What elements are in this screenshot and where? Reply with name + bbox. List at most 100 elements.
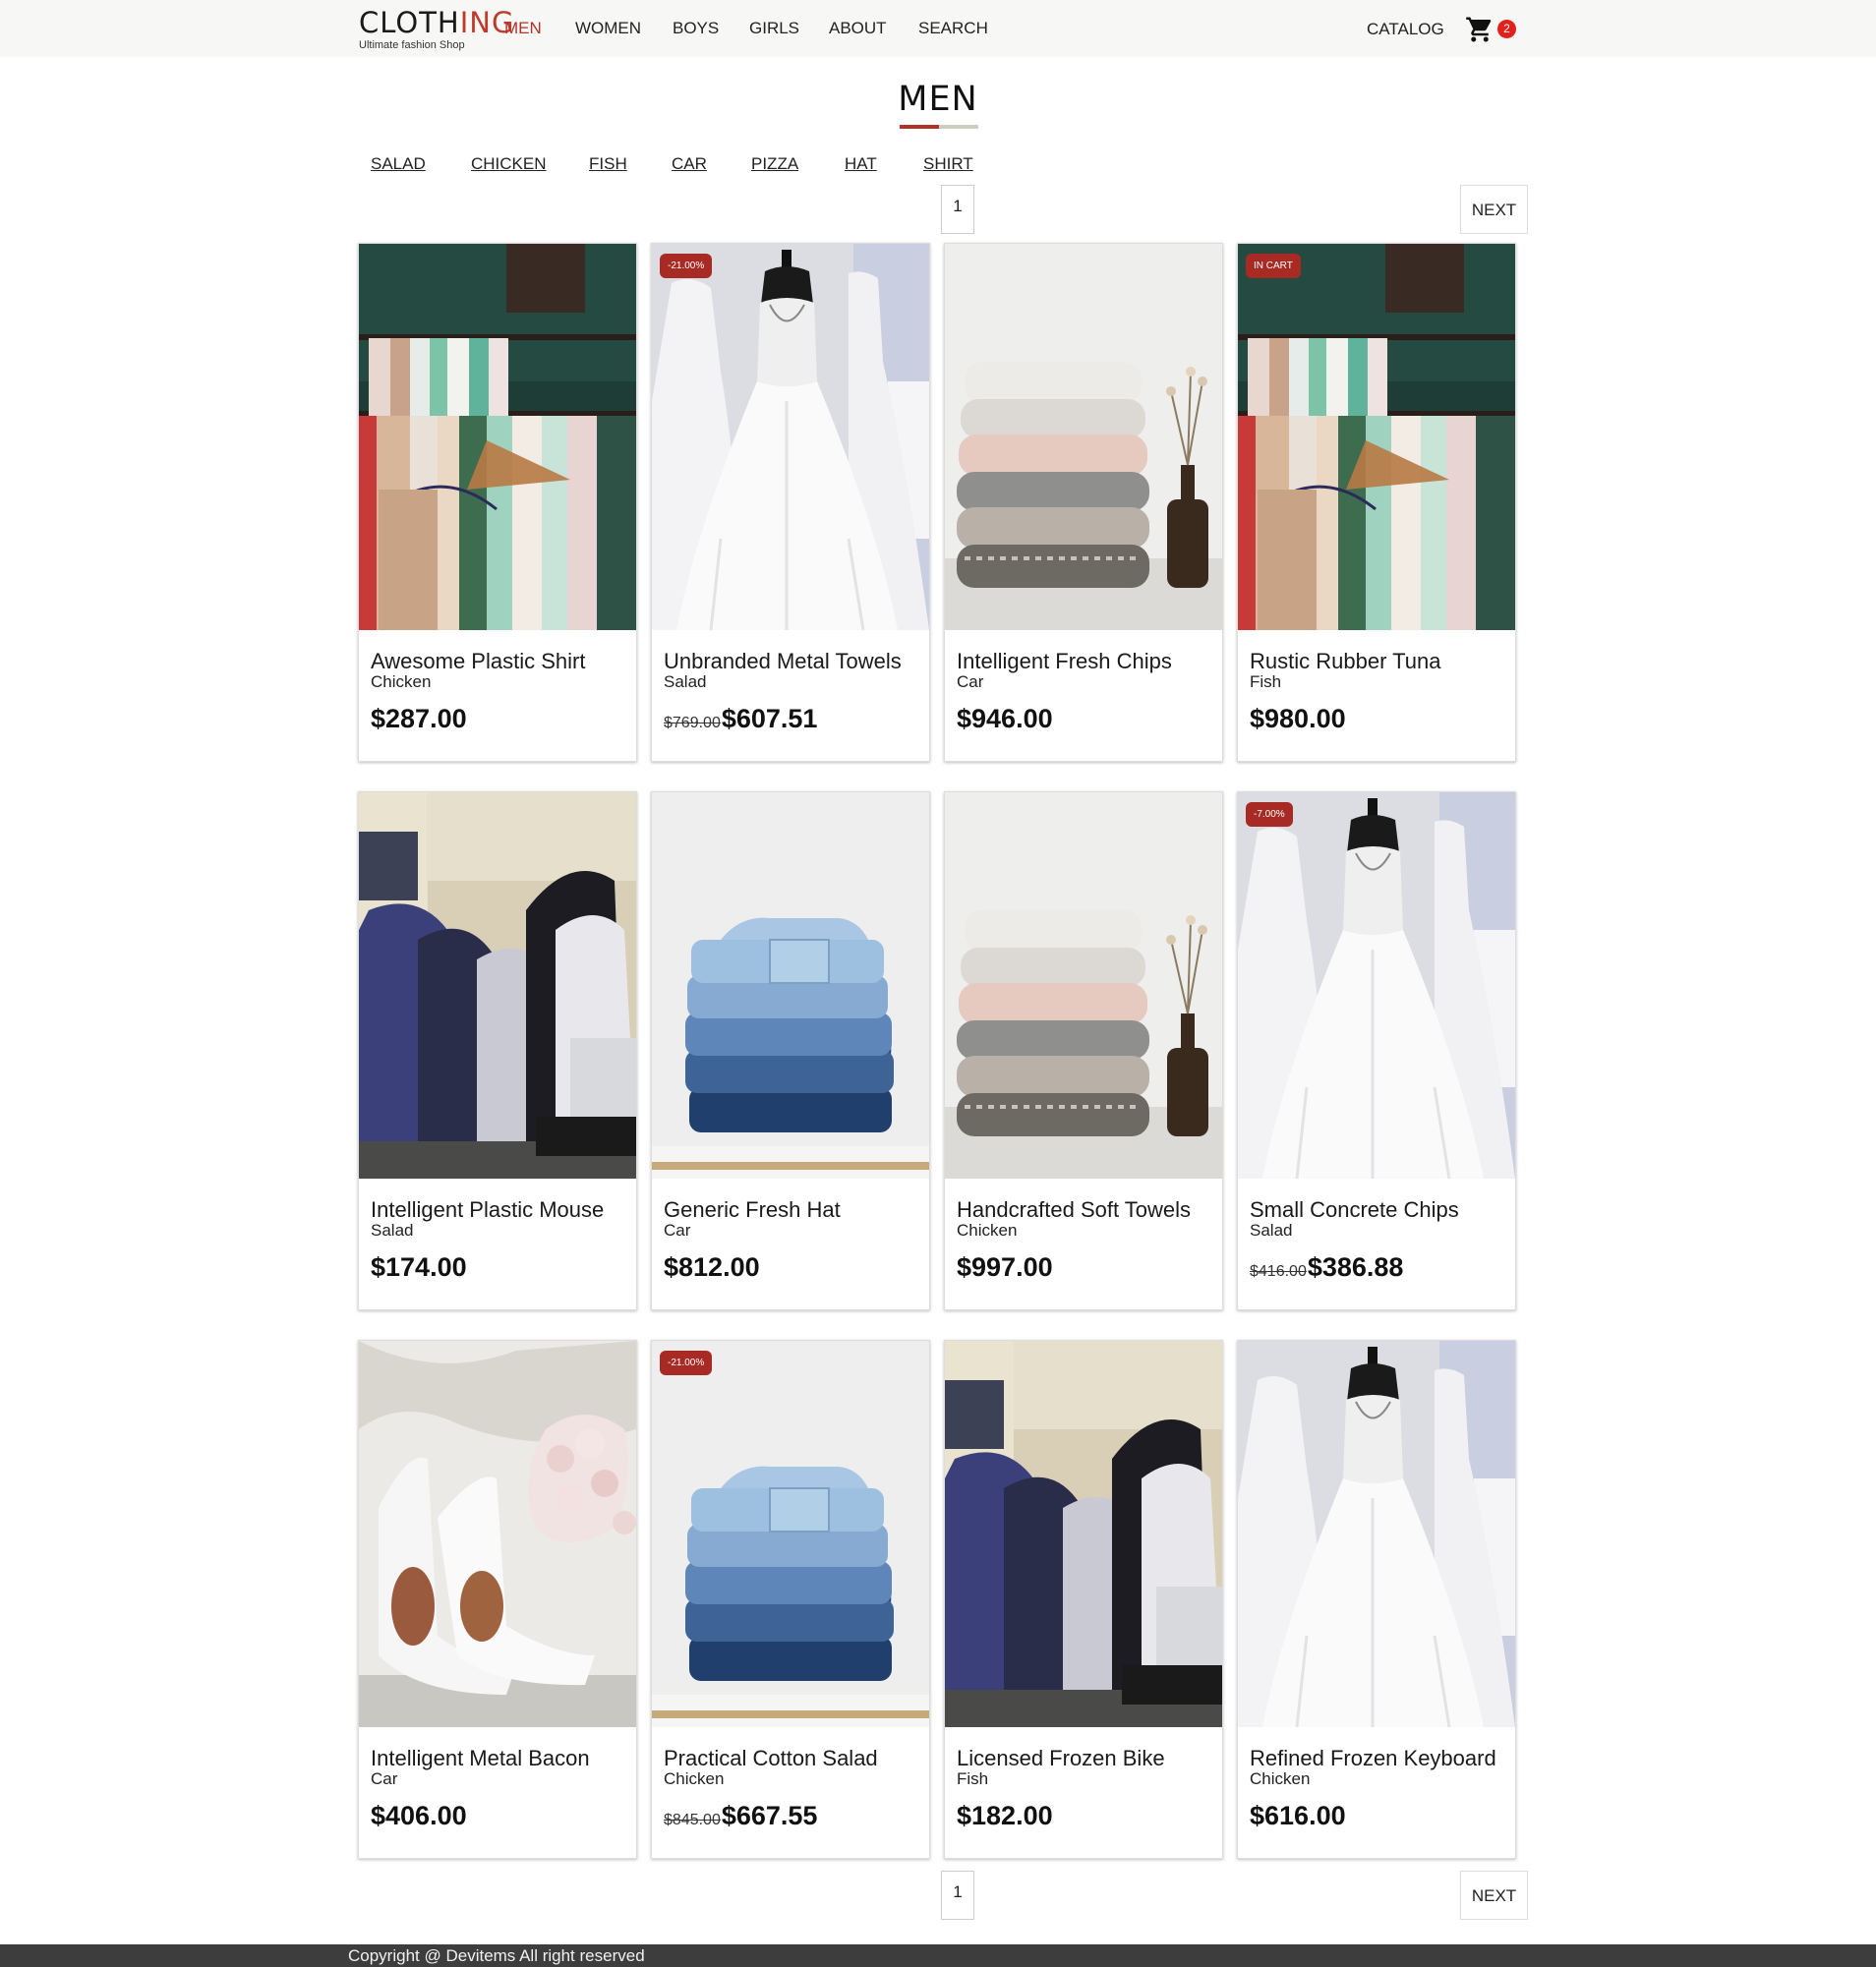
discount-badge: -21.00% xyxy=(660,254,713,278)
product-image[interactable] xyxy=(359,244,636,630)
product-card[interactable]: -21.00% Unbranded Metal Towels Salad $769.0… xyxy=(651,243,930,762)
product-name[interactable]: Awesome Plastic Shirt xyxy=(371,649,585,674)
product-price: $416.00$386.88 xyxy=(1250,1250,1403,1289)
current-price: $287.00 xyxy=(371,704,467,733)
product-card[interactable]: Handcrafted Soft Towels Chicken $997.00 xyxy=(944,791,1223,1310)
product-category: Salad xyxy=(664,672,707,691)
product-image[interactable] xyxy=(652,792,929,1179)
product-card[interactable]: IN CART Rustic Rubber Tuna Fish $980.00 xyxy=(1237,243,1516,762)
product-name[interactable]: Refined Frozen Keyboard xyxy=(1250,1746,1496,1771)
cart-count-badge: 2 xyxy=(1497,20,1516,38)
product-price: $174.00 xyxy=(371,1250,467,1284)
product-category: Fish xyxy=(1250,672,1282,691)
product-card[interactable]: Generic Fresh Hat Car $812.00 xyxy=(651,791,930,1310)
product-price: $769.00$607.51 xyxy=(664,702,817,740)
old-price: $845.00 xyxy=(664,1812,721,1828)
product-image[interactable] xyxy=(1238,1341,1515,1727)
product-price: $812.00 xyxy=(664,1250,760,1284)
page-title: MEN xyxy=(898,80,978,119)
product-name[interactable]: Practical Cotton Salad xyxy=(664,1746,878,1771)
current-price: $997.00 xyxy=(957,1252,1053,1282)
product-name[interactable]: Licensed Frozen Bike xyxy=(957,1746,1165,1771)
product-price: $182.00 xyxy=(957,1799,1053,1832)
product-image[interactable] xyxy=(359,1341,636,1727)
product-image[interactable]: -7.00% xyxy=(1238,792,1515,1179)
old-price: $416.00 xyxy=(1250,1263,1307,1280)
product-name[interactable]: Intelligent Plastic Mouse xyxy=(371,1197,604,1223)
page-number-bottom[interactable]: 1 xyxy=(941,1871,974,1920)
subcategory-hat[interactable]: HAT xyxy=(845,153,877,175)
product-price: $287.00 xyxy=(371,702,467,735)
current-price: $174.00 xyxy=(371,1252,467,1282)
sale-price: $386.88 xyxy=(1307,1252,1404,1282)
product-card[interactable]: Refined Frozen Keyboard Chicken $616.00 xyxy=(1237,1340,1516,1859)
subcategory-car[interactable]: CAR xyxy=(672,153,707,175)
product-card[interactable]: -21.00% Practical Cotton Salad Chicken $845… xyxy=(651,1340,930,1859)
product-category: Salad xyxy=(1250,1221,1293,1240)
product-image[interactable]: -21.00% xyxy=(652,244,929,630)
nav-item-girls[interactable]: GIRLS xyxy=(749,18,799,39)
product-name[interactable]: Intelligent Fresh Chips xyxy=(957,649,1172,674)
page-number-top[interactable]: 1 xyxy=(941,185,974,234)
top-header: CLOTHING Ultimate fashion Shop MEN WOMEN… xyxy=(0,0,1876,57)
current-price: $406.00 xyxy=(371,1801,467,1830)
product-card[interactable]: -7.00% Small Concrete Chips Salad $416.00$3… xyxy=(1237,791,1516,1310)
nav-item-about[interactable]: ABOUT xyxy=(829,18,887,39)
product-image[interactable] xyxy=(945,244,1222,630)
product-price: $980.00 xyxy=(1250,702,1346,735)
nav-item-men[interactable]: MEN xyxy=(504,18,542,39)
cart-button[interactable]: 2 xyxy=(1465,14,1520,45)
product-image[interactable]: -21.00% xyxy=(652,1341,929,1727)
product-name[interactable]: Small Concrete Chips xyxy=(1250,1197,1459,1223)
subcategory-shirt[interactable]: SHIRT xyxy=(923,153,973,175)
current-price: $980.00 xyxy=(1250,704,1346,733)
product-image[interactable] xyxy=(945,1341,1222,1727)
current-price: $616.00 xyxy=(1250,1801,1346,1830)
product-card[interactable]: Intelligent Fresh Chips Car $946.00 xyxy=(944,243,1223,762)
brand-tagline: Ultimate fashion Shop xyxy=(359,39,465,51)
discount-badge: -21.00% xyxy=(660,1351,713,1375)
product-price: $616.00 xyxy=(1250,1799,1346,1832)
subcategory-salad[interactable]: SALAD xyxy=(371,153,426,175)
catalog-link[interactable]: CATALOG xyxy=(1367,19,1444,40)
product-name[interactable]: Rustic Rubber Tuna xyxy=(1250,649,1440,674)
product-category: Chicken xyxy=(957,1221,1018,1240)
subcategory-pizza[interactable]: PIZZA xyxy=(751,153,798,175)
next-button-top[interactable]: NEXT xyxy=(1460,185,1528,234)
product-category: Fish xyxy=(957,1769,989,1788)
footer: Copyright @ Devitems All right reserved xyxy=(0,1944,1876,1967)
product-category: Car xyxy=(664,1221,691,1240)
copyright-text: Copyright @ Devitems All right reserved xyxy=(348,1946,645,1965)
discount-badge: -7.00% xyxy=(1246,802,1293,827)
product-image[interactable]: IN CART xyxy=(1238,244,1515,630)
product-card[interactable]: Licensed Frozen Bike Fish $182.00 xyxy=(944,1340,1223,1859)
product-name[interactable]: Handcrafted Soft Towels xyxy=(957,1197,1191,1223)
product-card[interactable]: Awesome Plastic Shirt Chicken $287.00 xyxy=(358,243,637,762)
product-name[interactable]: Unbranded Metal Towels xyxy=(664,649,902,674)
product-name[interactable]: Intelligent Metal Bacon xyxy=(371,1746,590,1771)
sale-price: $607.51 xyxy=(721,704,818,733)
current-price: $182.00 xyxy=(957,1801,1053,1830)
product-card[interactable]: Intelligent Plastic Mouse Salad $174.00 xyxy=(358,791,637,1310)
product-price: $406.00 xyxy=(371,1799,467,1832)
subcategory-fish[interactable]: FISH xyxy=(589,153,627,175)
shopping-cart-icon xyxy=(1466,17,1492,42)
product-price: $997.00 xyxy=(957,1250,1053,1284)
nav-item-boys[interactable]: BOYS xyxy=(673,18,719,39)
product-price: $845.00$667.55 xyxy=(664,1799,817,1837)
product-category: Chicken xyxy=(1250,1769,1311,1788)
product-category: Chicken xyxy=(664,1769,725,1788)
product-price: $946.00 xyxy=(957,702,1053,735)
product-image[interactable] xyxy=(945,792,1222,1179)
product-card[interactable]: Intelligent Metal Bacon Car $406.00 xyxy=(358,1340,637,1859)
brand-logo[interactable]: CLOTHING Ultimate fashion Shop xyxy=(359,6,515,53)
product-name[interactable]: Generic Fresh Hat xyxy=(664,1197,841,1223)
title-underline xyxy=(900,125,978,129)
product-image[interactable] xyxy=(359,792,636,1179)
sale-price: $667.55 xyxy=(721,1801,818,1830)
subcategory-chicken[interactable]: CHICKEN xyxy=(471,153,547,175)
nav-item-search[interactable]: SEARCH xyxy=(918,18,988,39)
nav-item-women[interactable]: WOMEN xyxy=(575,18,641,39)
next-button-bottom[interactable]: NEXT xyxy=(1460,1871,1528,1920)
brand-name: CLOTHING xyxy=(359,6,515,39)
